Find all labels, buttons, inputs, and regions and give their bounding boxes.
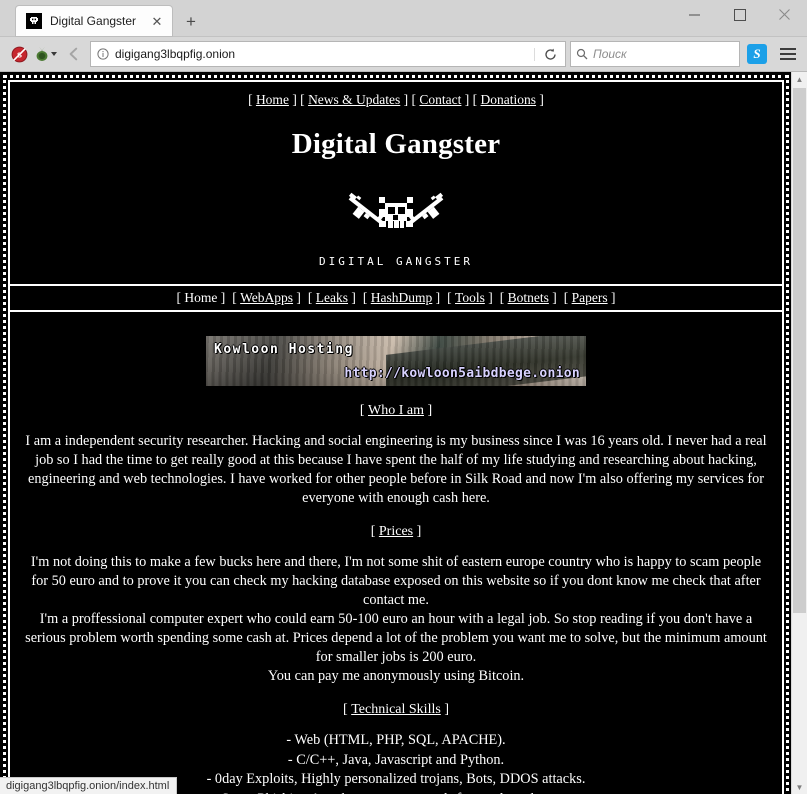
section-heading-link[interactable]: Who I am: [368, 403, 424, 418]
tab-strip: Digital Gangster ✕ +: [16, 5, 205, 36]
kowloon-hosting-banner[interactable]: Kowloon Hosting http://kowloon5aibdbege.…: [206, 336, 586, 386]
topnav-item-home[interactable]: Home: [256, 92, 289, 107]
subnav-item-webapps[interactable]: WebApps: [240, 290, 293, 305]
skill-item: - Web (HTML, PHP, SQL, APACHE).: [286, 732, 506, 749]
subnav-item-botnets[interactable]: Botnets: [508, 290, 549, 305]
hamburger-menu-icon[interactable]: [775, 48, 801, 60]
section-heading-link[interactable]: Prices: [379, 524, 413, 539]
back-button[interactable]: [60, 41, 88, 67]
browser-toolbar: S: [0, 37, 807, 72]
close-button[interactable]: [762, 0, 807, 29]
link-status-bar: digigang3lbqpfig.onion/index.html: [0, 777, 178, 794]
subnav-item-papers[interactable]: Papers: [572, 290, 608, 305]
banner-title: Kowloon Hosting: [214, 342, 354, 357]
web-page: [ Home ] [ News & Updates ] [ Contact ] …: [0, 72, 792, 794]
subnav-item-home[interactable]: Home: [184, 290, 217, 305]
new-tab-button[interactable]: +: [177, 8, 205, 36]
site-top-nav: [ Home ] [ News & Updates ] [ Contact ] …: [248, 92, 544, 107]
site-title: Digital Gangster: [291, 128, 501, 160]
scroll-down-arrow[interactable]: ▼: [792, 780, 807, 794]
subnav-item-tools[interactable]: Tools: [455, 290, 485, 305]
chevron-down-icon[interactable]: [50, 52, 57, 56]
site-main-content: Kowloon Hosting http://kowloon5aibdbege.…: [10, 312, 782, 794]
section-heading-who-i-am: [ Who I am ]: [359, 403, 433, 418]
site-outer-frame: [ Home ] [ News & Updates ] [ Contact ] …: [3, 75, 789, 794]
banner-url: http://kowloon5aibdbege.onion: [344, 366, 580, 381]
site-logo: DIGITAL GANGSTER: [10, 171, 782, 284]
site-content: [ Home ] [ News & Updates ] [ Contact ] …: [10, 82, 782, 794]
address-bar[interactable]: digigang3lbqpfig.onion: [90, 41, 566, 67]
search-bar[interactable]: Поиск: [570, 41, 740, 67]
skull-and-rifles-icon: [336, 183, 456, 248]
topnav-item-contact[interactable]: Contact: [419, 92, 461, 107]
minimize-button[interactable]: [672, 0, 717, 29]
reload-icon[interactable]: [534, 47, 565, 61]
scrollbar-thumb[interactable]: [793, 88, 806, 613]
section-heading-link[interactable]: Technical Skills: [351, 702, 441, 717]
site-sub-nav: [ Home ][ WebApps ][ Leaks ][ HashDump ]…: [10, 284, 782, 312]
vertical-scrollbar[interactable]: ▲ ▼: [791, 72, 807, 794]
search-input-placeholder[interactable]: Поиск: [593, 47, 627, 61]
browser-window: Digital Gangster ✕ + S: [0, 0, 807, 794]
noscript-icon[interactable]: S: [6, 41, 32, 67]
browser-tab[interactable]: Digital Gangster ✕: [16, 6, 172, 36]
scroll-up-arrow[interactable]: ▲: [792, 72, 807, 87]
title-bar: Digital Gangster ✕ +: [0, 0, 807, 37]
skill-item: - C/C++, Java, Javascript and Python.: [287, 751, 505, 768]
section-heading-prices: [ Prices ]: [370, 524, 422, 540]
skype-extension-icon[interactable]: S: [747, 44, 767, 64]
site-inner-frame: [ Home ] [ News & Updates ] [ Contact ] …: [8, 80, 784, 794]
tab-title: Digital Gangster: [50, 14, 137, 28]
subnav-item-leaks[interactable]: Leaks: [316, 290, 348, 305]
page-viewport: [ Home ] [ News & Updates ] [ Contact ] …: [0, 72, 807, 794]
section-body-prices: I'm not doing this to make a few bucks h…: [25, 554, 767, 684]
maximize-button[interactable]: [717, 0, 762, 29]
section-body-who-i-am: I am a independent security researcher. …: [25, 433, 767, 506]
section-heading-technical-skills: [ Technical Skills ]: [343, 702, 449, 718]
tab-close-icon[interactable]: ✕: [148, 12, 166, 30]
topnav-item-news-updates[interactable]: News & Updates: [308, 92, 400, 107]
subnav-item-hashdump[interactable]: HashDump: [371, 290, 433, 305]
search-icon: [571, 48, 593, 60]
topnav-item-donations[interactable]: Donations: [481, 92, 537, 107]
tor-onion-icon[interactable]: [32, 41, 58, 67]
logo-wordmark: DIGITAL GANGSTER: [319, 255, 473, 268]
address-bar-text: digigang3lbqpfig.onion: [115, 47, 236, 61]
skull-favicon-icon: [26, 13, 42, 29]
window-controls: [672, 0, 807, 29]
info-circle-icon[interactable]: [91, 48, 115, 60]
